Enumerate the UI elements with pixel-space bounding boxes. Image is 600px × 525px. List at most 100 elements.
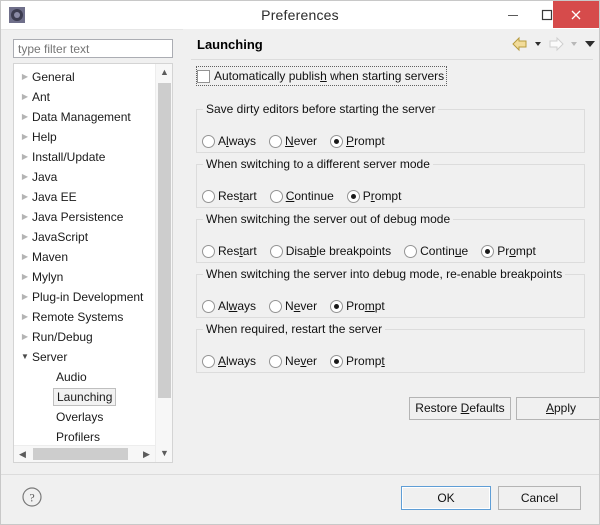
sidebar-item-profilers[interactable]: Profilers [14, 426, 155, 446]
radio-indicator[interactable] [481, 244, 495, 258]
radio-indicator[interactable] [202, 134, 215, 148]
chevron-right-icon[interactable]: ▶ [18, 167, 32, 187]
dialog-footer: ? OK Cancel [1, 474, 599, 524]
chevron-right-icon[interactable]: ▶ [18, 287, 32, 307]
radio-restart[interactable]: Restart [202, 189, 257, 203]
radio-indicator[interactable] [346, 189, 360, 203]
chevron-right-icon[interactable]: ▶ [18, 147, 32, 167]
sidebar-item-ant[interactable]: ▶ Ant [14, 86, 155, 106]
radio-group: Always Never Prompt [202, 299, 398, 313]
cancel-button[interactable]: Cancel [498, 486, 581, 510]
radio-indicator[interactable] [269, 134, 283, 148]
radio-label: Always [218, 134, 257, 148]
sidebar-item-launching[interactable]: Launching [14, 386, 155, 406]
sidebar-item-help[interactable]: ▶ Help [14, 126, 155, 146]
radio-indicator[interactable] [330, 134, 344, 148]
radio-prompt[interactable]: Prompt [346, 189, 401, 203]
back-caret-down-icon[interactable] [533, 36, 545, 54]
sidebar-item-java-ee[interactable]: ▶ Java EE [14, 186, 155, 206]
restore-defaults-button[interactable]: Restore Defaults [409, 397, 511, 420]
chevron-up-icon[interactable]: ▲ [156, 64, 172, 81]
radio-indicator[interactable] [202, 299, 215, 313]
chevron-right-icon[interactable]: ▶ [18, 207, 32, 227]
sidebar-item-java-persistence[interactable]: ▶ Java Persistence [14, 206, 155, 226]
sidebar-item-data-management[interactable]: ▶ Data Management [14, 106, 155, 126]
sidebar-item-label: Install/Update [32, 149, 106, 164]
chevron-right-icon[interactable]: ▶ [18, 307, 32, 327]
sidebar-item-label: Launching [53, 387, 117, 406]
sidebar-item-remote-systems[interactable]: ▶ Remote Systems [14, 306, 155, 326]
apply-button[interactable]: Apply [516, 397, 599, 420]
radio-indicator[interactable] [269, 189, 283, 203]
sidebar-item-server[interactable]: ▼ Server [14, 346, 155, 366]
chevron-right-icon[interactable]: ▶ [138, 446, 155, 462]
radio-indicator[interactable] [202, 244, 215, 258]
tree-vertical-scrollbar[interactable]: ▲ ▼ [155, 64, 172, 462]
page-menu-caret-down-icon[interactable] [583, 36, 595, 54]
chevron-right-icon[interactable]: ▶ [18, 267, 32, 287]
minimize-icon[interactable] [496, 1, 530, 28]
sidebar-item-javascript[interactable]: ▶ JavaScript [14, 226, 155, 246]
radio-indicator[interactable] [202, 189, 215, 203]
chevron-left-icon[interactable]: ◀ [14, 446, 31, 462]
radio-prompt[interactable]: Prompt [481, 244, 536, 258]
chevron-down-icon[interactable]: ▼ [18, 347, 32, 367]
option-group: When required, restart the server Always N… [196, 322, 585, 373]
sidebar-item-overlays[interactable]: Overlays [14, 406, 155, 426]
radio-indicator[interactable] [330, 299, 344, 313]
radio-continue[interactable]: Continue [404, 244, 468, 258]
tree-horizontal-scroll-thumb[interactable] [33, 448, 128, 460]
radio-disable-breakpoints[interactable]: Disable breakpoints [269, 244, 391, 258]
radio-prompt[interactable]: Prompt [330, 134, 385, 148]
radio-prompt[interactable]: Prompt [330, 299, 385, 313]
sidebar-item-general[interactable]: ▶ General [14, 66, 155, 86]
radio-always[interactable]: Always [202, 354, 256, 368]
chevron-right-icon[interactable]: ▶ [18, 227, 32, 247]
sidebar-item-audio[interactable]: Audio [14, 366, 155, 386]
sidebar-item-run-debug[interactable]: ▶ Run/Debug [14, 326, 155, 346]
radio-indicator[interactable] [269, 299, 283, 313]
ok-button[interactable]: OK [401, 486, 491, 510]
chevron-down-icon[interactable]: ▼ [156, 445, 172, 462]
preferences-tree[interactable]: ▶ General ▶ Ant ▶ Data Management ▶ Help ▶ Instal… [13, 63, 173, 463]
radio-indicator[interactable] [269, 354, 283, 368]
chevron-right-icon[interactable]: ▶ [18, 187, 32, 207]
sidebar-item-maven[interactable]: ▶ Maven [14, 246, 155, 266]
radio-never[interactable]: Never [269, 299, 317, 313]
chevron-right-icon[interactable]: ▶ [18, 327, 32, 347]
sidebar-item-install-update[interactable]: ▶ Install/Update [14, 146, 155, 166]
sidebar-item-java[interactable]: ▶ Java [14, 166, 155, 186]
tree-vertical-scroll-thumb[interactable] [158, 83, 171, 398]
back-arrow-icon[interactable] [511, 36, 531, 54]
radio-continue[interactable]: Continue [269, 189, 334, 203]
chevron-right-icon[interactable]: ▶ [18, 107, 32, 127]
radio-indicator[interactable] [330, 354, 344, 368]
auto-publish-checkbox[interactable]: Automatically publish when starting serv… [196, 66, 448, 86]
radio-group: Restart Disable breakpoints Continue Prompt [202, 244, 549, 258]
sidebar-item-plug-in-development[interactable]: ▶ Plug-in Development [14, 286, 155, 306]
radio-restart[interactable]: Restart [202, 244, 257, 258]
radio-indicator[interactable] [404, 244, 418, 258]
sidebar-item-label: Help [32, 129, 57, 144]
filter-input[interactable] [13, 39, 173, 58]
chevron-right-icon[interactable]: ▶ [18, 87, 32, 107]
page-title: Launching [197, 37, 263, 52]
chevron-right-icon[interactable]: ▶ [18, 127, 32, 147]
chevron-right-icon[interactable]: ▶ [18, 247, 32, 267]
radio-always[interactable]: Always [202, 299, 256, 313]
sidebar-item-label: Java Persistence [32, 209, 124, 224]
help-question-icon[interactable]: ? [21, 486, 43, 508]
radio-never[interactable]: Never [269, 134, 317, 148]
tree-horizontal-scrollbar[interactable]: ◀ ▶ [14, 445, 155, 462]
chevron-right-icon[interactable]: ▶ [18, 67, 32, 87]
sidebar-item-mylyn[interactable]: ▶ Mylyn [14, 266, 155, 286]
radio-always[interactable]: Always [202, 134, 256, 148]
radio-label: Restart [218, 244, 257, 258]
radio-prompt[interactable]: Prompt [330, 354, 385, 368]
close-icon[interactable] [553, 1, 599, 28]
radio-indicator[interactable] [269, 244, 283, 258]
checkbox-box[interactable] [197, 69, 210, 83]
radio-never[interactable]: Never [269, 354, 317, 368]
radio-indicator[interactable] [202, 354, 215, 368]
radio-label: Prompt [497, 244, 536, 258]
